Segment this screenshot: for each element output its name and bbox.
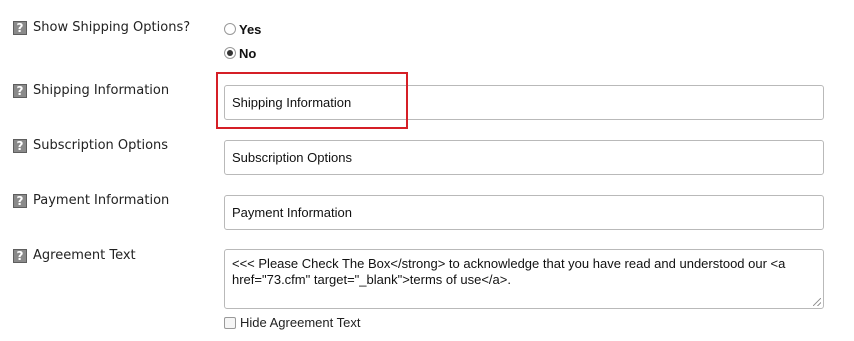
payment-information-input[interactable]: Payment Information xyxy=(224,195,824,230)
help-icon[interactable]: ? xyxy=(13,21,27,35)
radio-yes-button[interactable] xyxy=(224,23,236,35)
subscription-options-input[interactable]: Subscription Options xyxy=(224,140,824,175)
radio-yes-label: Yes xyxy=(239,22,262,37)
show-shipping-label: Show Shipping Options? xyxy=(33,20,191,35)
payment-information-label: Payment Information xyxy=(33,193,170,208)
agreement-text-label: Agreement Text xyxy=(33,248,136,263)
help-icon[interactable]: ? xyxy=(13,139,27,153)
shipping-information-input[interactable]: Shipping Information xyxy=(224,85,824,120)
shipping-information-label: Shipping Information xyxy=(33,83,170,98)
radio-no-button[interactable] xyxy=(224,47,236,59)
hide-agreement-label: Hide Agreement Text xyxy=(240,315,361,330)
help-icon[interactable]: ? xyxy=(13,194,27,208)
radio-no-label: No xyxy=(239,46,257,61)
resize-grip-icon[interactable] xyxy=(813,298,821,306)
agreement-text-value: <<< Please Check The Box</strong> to ack… xyxy=(232,256,786,287)
hide-agreement-checkbox[interactable] xyxy=(224,317,236,329)
agreement-text-textarea[interactable]: <<< Please Check The Box</strong> to ack… xyxy=(224,249,824,309)
help-icon[interactable]: ? xyxy=(13,84,27,98)
subscription-options-label: Subscription Options xyxy=(33,138,169,153)
help-icon[interactable]: ? xyxy=(13,249,27,263)
